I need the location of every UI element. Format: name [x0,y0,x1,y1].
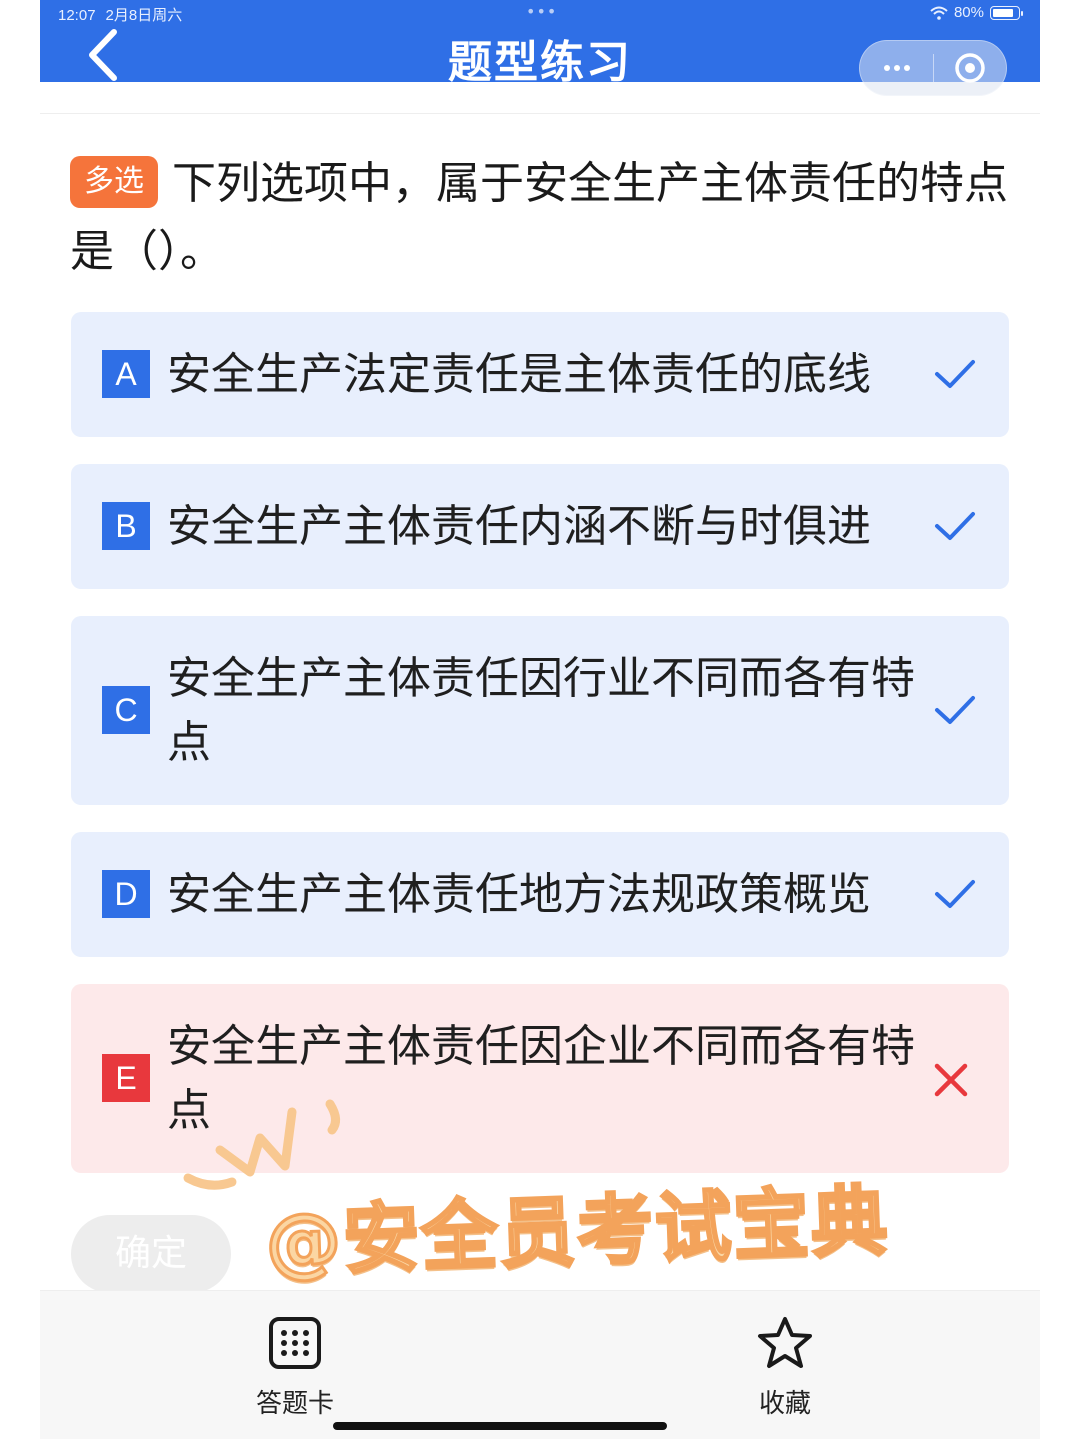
option-letter: C [102,686,150,734]
bottom-toolbar: 答题卡 收藏 [40,1290,1040,1439]
check-icon [935,360,975,388]
close-icon [934,1063,968,1097]
more-dot [903,65,910,71]
target-circle-icon [955,53,985,83]
status-time: 12:07 [58,7,96,24]
option-letter: A [102,350,150,398]
more-dot [893,65,900,71]
option-b[interactable]: B 安全生产主体责任内涵不断与时俱进 [71,464,1009,589]
status-dots-icon: ••• [526,2,558,21]
more-dots-icon [883,65,890,71]
check-icon [935,880,975,908]
option-c[interactable]: C 安全生产主体责任因行业不同而各有特点 [71,616,1009,805]
option-text: 安全生产法定责任是主体责任的底线 [167,349,871,400]
answer-card-button[interactable]: 答题卡 [235,1315,355,1420]
battery-icon [990,5,1023,20]
battery-percent: 80% [953,4,984,21]
check-icon [935,512,975,540]
grid-icon [269,1317,321,1369]
app-frame: 12:07 2月8日周六 ••• 80% 题型练习 多选 下列选项中，属于安全生… [40,0,1040,1439]
header-divider [40,82,1040,114]
star-icon [758,1317,812,1368]
question-type-badge: 多选 [70,156,158,208]
option-text: 安全生产主体责任内涵不断与时俱进 [167,501,871,552]
option-text: 安全生产主体责任地方法规政策概览 [167,869,871,920]
option-text: 安全生产主体责任因行业不同而各有特点 [167,653,915,768]
status-bar-right: 80% [930,4,1023,21]
watermark-text: @安全员考试宝典 [262,1175,892,1289]
answer-card-label: 答题卡 [255,1389,334,1419]
option-letter: B [102,502,150,550]
option-letter: E [102,1054,150,1102]
wifi-icon [930,6,948,20]
question-text: 下列选项中，属于安全生产主体责任的特点是（）。 [70,158,1008,277]
check-icon [935,696,975,724]
favorite-button[interactable]: 收藏 [725,1315,845,1420]
option-letter: D [102,870,150,918]
option-a[interactable]: A 安全生产法定责任是主体责任的底线 [71,312,1009,437]
option-d[interactable]: D 安全生产主体责任地方法规政策概览 [71,832,1009,957]
question-stem: 多选 下列选项中，属于安全生产主体责任的特点是（）。 [70,150,1015,286]
home-indicator [333,1422,667,1430]
favorite-label: 收藏 [758,1389,811,1419]
confirm-button[interactable]: 确定 [71,1215,231,1293]
status-bar-time: 12:07 2月8日周六 [58,4,182,25]
status-date: 2月8日周六 [105,7,183,24]
